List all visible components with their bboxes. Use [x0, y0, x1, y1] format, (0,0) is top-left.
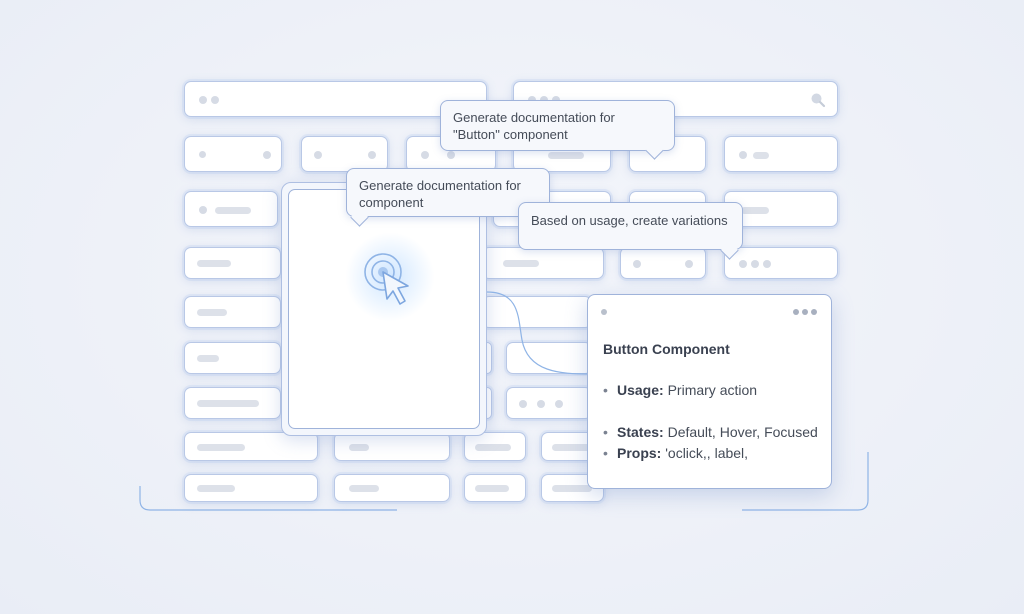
- doc-states-value: Default, Hover, Focused: [667, 424, 818, 440]
- doc-usage-value: Primary action: [667, 382, 758, 398]
- prompt-bubble-variations: Based on usage, create variations: [518, 202, 743, 260]
- connector-line: [486, 291, 591, 375]
- doc-props-value: 'oclick,, label,: [665, 445, 749, 461]
- prompt-text: Generate documentation for "Button" comp…: [453, 110, 615, 142]
- doc-states-row: • States: Default, Hover, Focused: [603, 424, 818, 440]
- doc-usage-row: • Usage: Primary action: [603, 382, 758, 398]
- prompt-bubble-button-doc: Generate documentation for "Button" comp…: [440, 100, 675, 160]
- prompt-text: Generate documentation for component: [359, 178, 521, 210]
- prompt-text: Based on usage, create variations: [531, 213, 728, 228]
- documentation-panel[interactable]: Button Component • Usage: Primary action …: [587, 294, 832, 489]
- doc-props-key: Props:: [617, 445, 662, 461]
- doc-title: Button Component: [603, 341, 730, 357]
- doc-props-row: • Props: 'oclick,, label,: [603, 445, 749, 461]
- panel-status-dot: [601, 309, 607, 315]
- doc-usage-key: Usage:: [617, 382, 664, 398]
- more-dots-icon[interactable]: [793, 309, 817, 315]
- doc-states-key: States:: [617, 424, 664, 440]
